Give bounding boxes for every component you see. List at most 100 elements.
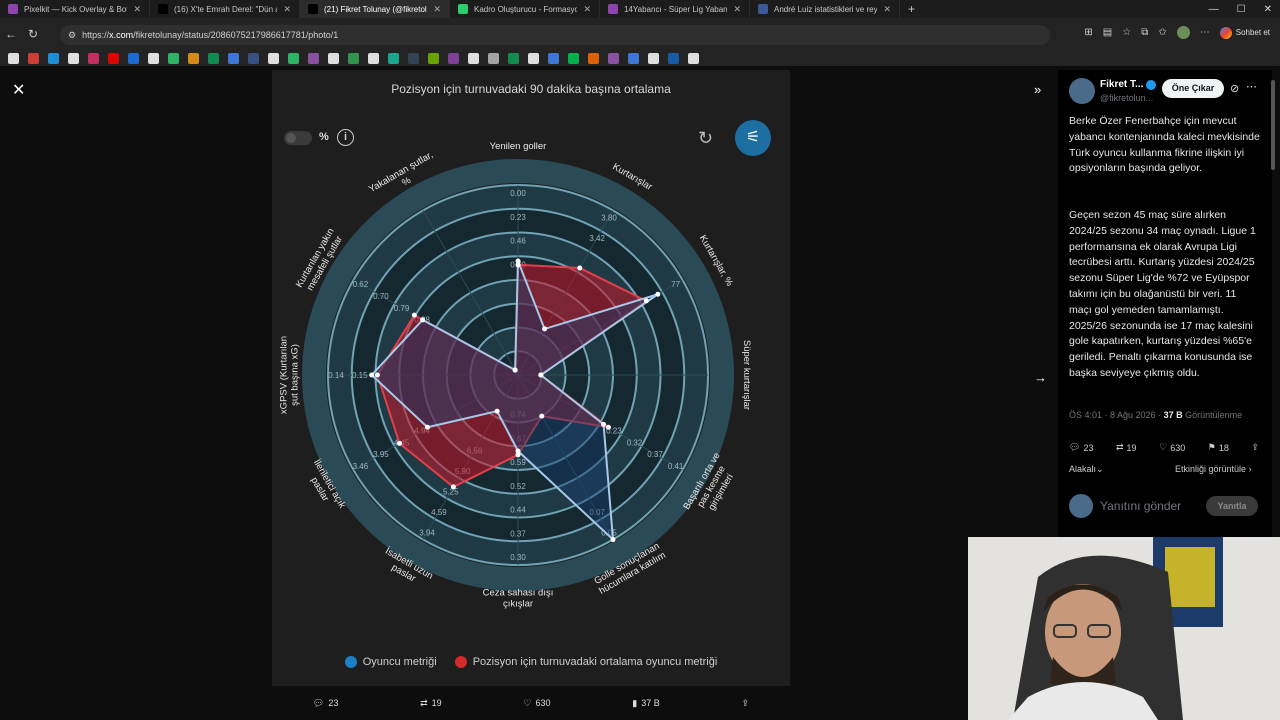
tab-close-icon[interactable]: ✕ <box>133 4 141 15</box>
bookmark-favicon-icon[interactable] <box>268 52 279 64</box>
bookmark-favicon-icon[interactable] <box>308 52 319 64</box>
photo-share-button[interactable]: ⇪ <box>742 698 750 709</box>
bookmark-favicon-icon[interactable] <box>448 52 459 64</box>
bookmark-favicon-icon[interactable] <box>48 52 59 64</box>
bookmark-favicon-icon[interactable] <box>248 52 259 64</box>
radar-tick-label: 0.30 <box>510 553 526 562</box>
profile-avatar[interactable] <box>1176 26 1190 39</box>
avatar[interactable] <box>1069 78 1095 104</box>
bookmark-favicon-icon[interactable] <box>508 52 519 64</box>
back-icon[interactable]: ← <box>0 27 22 41</box>
bookmark-favicon-icon[interactable] <box>468 52 479 64</box>
scrollbar[interactable] <box>1271 80 1275 170</box>
reply-submit-button[interactable]: Yanıtla <box>1206 496 1258 516</box>
url-bar[interactable]: ⚙ https://x.com/fikretolunay/status/2086… <box>60 25 1050 45</box>
player-data-point <box>655 291 661 297</box>
photo-views-button[interactable]: ▮ 37 B <box>632 698 659 709</box>
tweet-time[interactable]: ÖS 4:01 · 8 Ağu 2026 · <box>1069 410 1164 420</box>
browser-tab[interactable]: (21) Fikret Tolunay (@fikretolunay) ✕ <box>300 0 450 18</box>
bookmark-favicon-icon[interactable] <box>188 52 199 64</box>
like-button[interactable]: ♡ 630 <box>1159 442 1185 453</box>
bookmark-favicon-icon[interactable] <box>608 52 619 64</box>
close-window-icon[interactable]: ✕ <box>1264 4 1272 15</box>
bookmark-favicon-icon[interactable] <box>388 52 399 64</box>
install-icon[interactable]: ⊞ <box>1084 27 1092 38</box>
more-icon[interactable]: ⋯ <box>1246 80 1257 93</box>
browser-tab[interactable]: André Luiz istatistikleri ve reytingle ✕ <box>750 0 900 18</box>
maximize-icon[interactable]: ☐ <box>1237 4 1246 15</box>
photo-repost-button[interactable]: ⇄ 19 <box>420 698 442 709</box>
browser-tab[interactable]: (16) X'te Emrah Derel: "Dün akşam ✕ <box>150 0 300 18</box>
minimize-icon[interactable]: — <box>1209 4 1219 15</box>
sort-label: Alakalı <box>1069 464 1097 474</box>
tab-close-icon[interactable]: ✕ <box>733 4 741 15</box>
promote-button[interactable]: Öne Çıkar <box>1162 79 1224 98</box>
radar-tick-label: 0.46 <box>510 237 526 246</box>
bookmark-favicon-icon[interactable] <box>368 52 379 64</box>
bookmark-favicon-icon[interactable] <box>168 52 179 64</box>
bookmark-favicon-icon[interactable] <box>548 52 559 64</box>
bookmark-favicon-icon[interactable] <box>8 52 19 64</box>
bookmark-favicon-icon[interactable] <box>588 52 599 64</box>
bookmark-favicon-icon[interactable] <box>488 52 499 64</box>
tab-close-icon[interactable]: ✕ <box>583 4 591 15</box>
bookmark-favicon-icon[interactable] <box>88 52 99 64</box>
bookmark-favicon-icon[interactable] <box>688 52 699 64</box>
grok-icon[interactable]: ⊘ <box>1230 82 1239 95</box>
browser-tab[interactable]: 14Yabancı - Süper Lig Yabancı Kur ✕ <box>600 0 750 18</box>
next-arrow-icon[interactable]: → <box>1034 370 1047 385</box>
bookmark-favicon-icon[interactable] <box>408 52 419 64</box>
bookmark-favicon-icon[interactable] <box>348 52 359 64</box>
site-info-icon[interactable]: ⚙ <box>68 30 76 41</box>
close-icon[interactable]: ✕ <box>12 80 25 100</box>
bookmark-favicon-icon[interactable] <box>148 52 159 64</box>
window-controls: — ☐ ✕ <box>1209 0 1272 18</box>
player-data-point <box>420 317 426 323</box>
bookmark-favicon-icon[interactable] <box>628 52 639 64</box>
extensions-icon[interactable]: ⧉ <box>1141 27 1148 38</box>
bookmark-favicon-icon[interactable] <box>208 52 219 64</box>
reply-button[interactable]: 💬︎ 23 <box>1069 442 1093 453</box>
bookmark-favicon-icon[interactable] <box>28 52 39 64</box>
photo-like-button[interactable]: ♡ 630 <box>523 698 550 709</box>
chat-button[interactable]: Sohbet et <box>1219 26 1270 39</box>
reload-icon[interactable]: ↻ <box>22 27 44 41</box>
bookmark-favicon-icon[interactable] <box>68 52 79 64</box>
favorites-icon[interactable]: ✩ <box>1158 27 1166 38</box>
view-engagements-link[interactable]: Etkinliği görüntüle › <box>1175 464 1252 474</box>
tab-label: (21) Fikret Tolunay (@fikretolunay) <box>324 4 427 14</box>
bookmark-favicon-icon[interactable] <box>568 52 579 64</box>
reply-input[interactable]: Yanıtını gönder <box>1100 499 1181 513</box>
photo-reply-button[interactable]: 💬︎ 23 <box>313 698 338 709</box>
bookmark-favicon-icon[interactable] <box>648 52 659 64</box>
browser-tab[interactable]: Pixelkit — Kick Overlay & Bot ✕ <box>0 0 150 18</box>
bookmark-favicon-icon[interactable] <box>328 52 339 64</box>
reading-icon[interactable]: ▤ <box>1103 27 1112 38</box>
bookmark-favicon-icon[interactable] <box>668 52 679 64</box>
menu-icon[interactable]: ⋯ <box>1200 27 1210 38</box>
avg-data-point <box>374 372 380 378</box>
author-handle[interactable]: @fikretolun... <box>1100 93 1153 103</box>
repost-button[interactable]: ⇄ 19 <box>1116 442 1137 453</box>
star-icon[interactable]: ☆ <box>1122 27 1131 38</box>
share-button[interactable]: ⇪ <box>1251 442 1259 453</box>
bookmark-favicon-icon[interactable] <box>108 52 119 64</box>
bookmark-favicon-icon[interactable] <box>128 52 139 64</box>
tab-close-icon[interactable]: ✕ <box>883 4 891 15</box>
bookmark-button[interactable]: ⚑ 18 <box>1208 442 1229 453</box>
new-tab-icon[interactable]: + <box>900 2 923 16</box>
tab-label: Kadro Oluşturucu - Formasyonlar <box>474 4 577 14</box>
repost-icon: ⇄ <box>1116 442 1124 452</box>
bookmark-favicon-icon[interactable] <box>528 52 539 64</box>
author-name[interactable]: Fikret T... <box>1100 79 1143 90</box>
bookmark-favicon-icon[interactable] <box>428 52 439 64</box>
bookmark-favicon-icon[interactable] <box>288 52 299 64</box>
sort-dropdown[interactable]: Alakalı⌄ <box>1069 464 1104 475</box>
expand-icon[interactable]: » <box>1034 82 1041 97</box>
browser-tab[interactable]: Kadro Oluşturucu - Formasyonlar ✕ <box>450 0 600 18</box>
bookmark-favicon-icon[interactable] <box>228 52 239 64</box>
radar-chart: 0.00 0.23 0.46 0.70 3.80 3.42 77 0.41 0.37 0.32 0.… <box>279 141 753 610</box>
tab-close-icon[interactable]: ✕ <box>433 4 441 15</box>
radar-tick-label: 0.70 <box>373 292 389 301</box>
tab-close-icon[interactable]: ✕ <box>283 4 291 15</box>
